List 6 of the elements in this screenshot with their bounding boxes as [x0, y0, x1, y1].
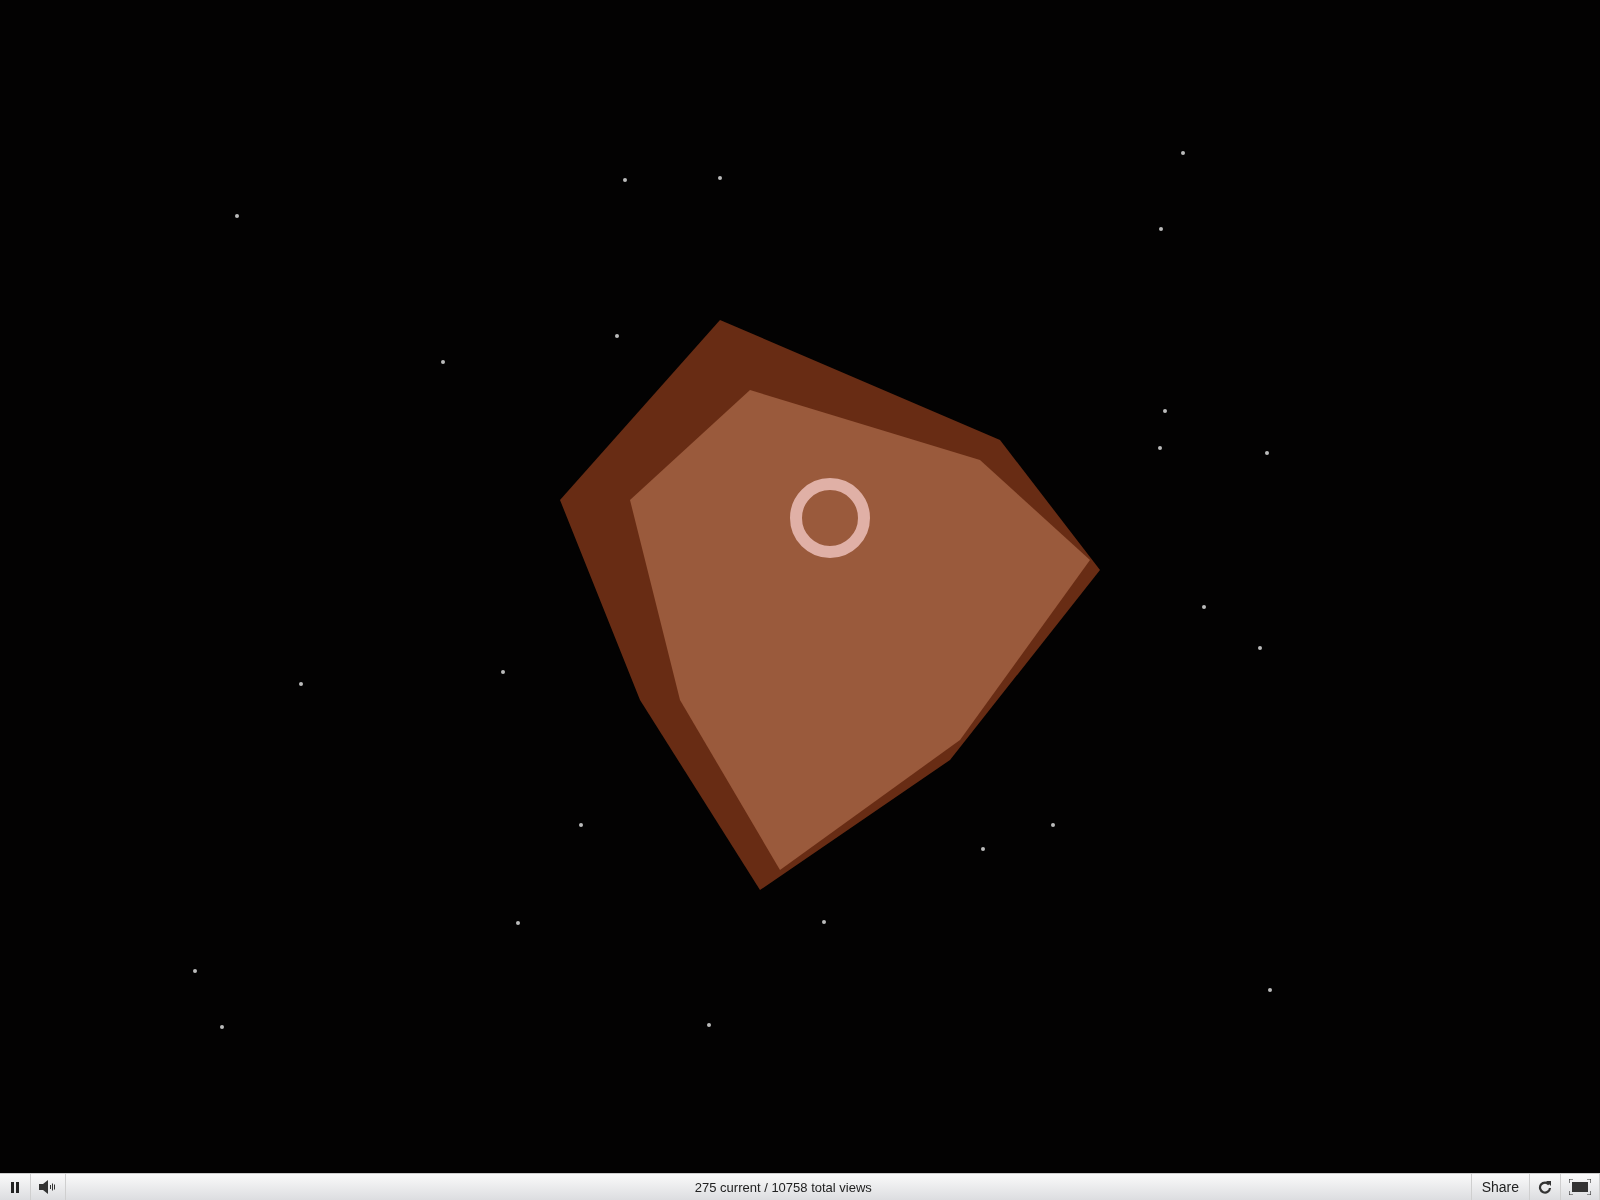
- speaker-icon: [39, 1180, 57, 1194]
- pause-icon: [10, 1181, 20, 1193]
- view-count: 275 current / 10758 total views: [694, 1179, 872, 1195]
- share-button[interactable]: Share: [1470, 1174, 1530, 1200]
- refresh-icon: [1538, 1180, 1552, 1194]
- fullscreen-icon: [1569, 1179, 1591, 1195]
